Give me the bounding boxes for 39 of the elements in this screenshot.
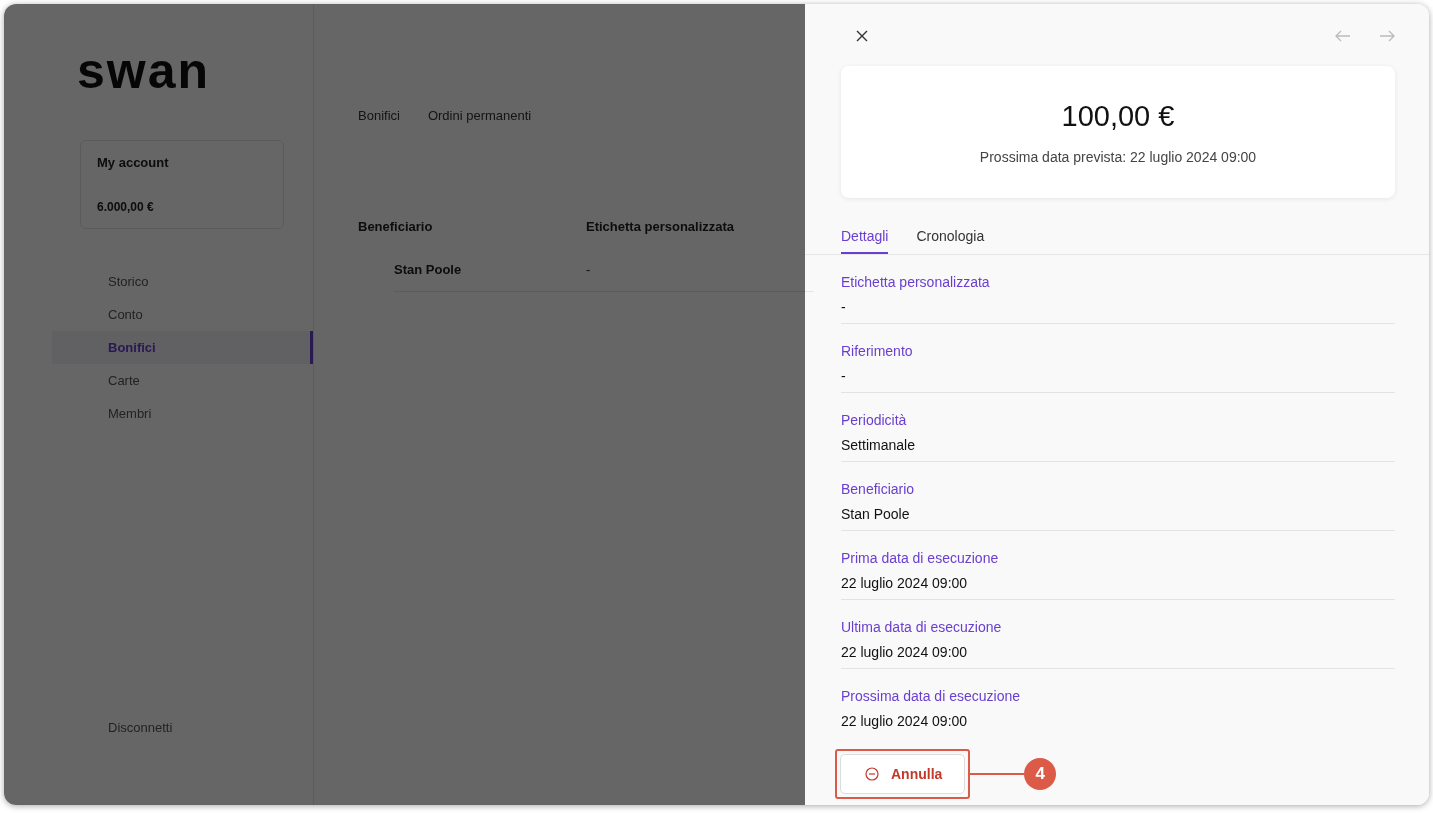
field-label: Riferimento <box>841 343 914 359</box>
nav-item[interactable]: Conto <box>4 298 313 331</box>
table-cell-text: - <box>586 262 592 277</box>
arrow-right-icon[interactable] <box>1379 30 1395 42</box>
step-badge: 4 <box>1024 758 1057 790</box>
field-value: - <box>841 299 847 315</box>
tab[interactable]: Bonifici <box>358 108 400 123</box>
field-value: - <box>841 368 847 384</box>
nav-item[interactable]: Storico <box>4 265 313 298</box>
logo-wordmark: swan <box>76 42 211 100</box>
field-value: Settimanale <box>841 437 916 453</box>
field-label: Beneficiario <box>841 481 916 497</box>
amount: 100,00 € <box>1061 99 1175 133</box>
field-value: 22 luglio 2024 09:00 <box>841 713 969 729</box>
nav-item[interactable]: Carte <box>4 364 313 397</box>
nav-item[interactable]: Membri <box>4 397 313 430</box>
field-value: Stan Poole <box>841 506 911 522</box>
field-label: Etichetta personalizzata <box>841 274 991 290</box>
tab[interactable]: Ordini permanenti <box>427 108 532 123</box>
field-value: 22 luglio 2024 09:00 <box>841 575 969 591</box>
field-label: Periodicità <box>841 412 908 428</box>
nav-item[interactable]: Bonifici <box>52 331 313 364</box>
field-label: Prossima data di esecuzione <box>841 688 1021 704</box>
minus-circle-icon <box>865 767 879 781</box>
tab[interactable]: Dettagli <box>841 228 889 254</box>
field-label: Ultima data di esecuzione <box>841 619 1003 635</box>
cancel-button[interactable]: Annulla <box>840 754 966 794</box>
arrow-left-icon[interactable] <box>1335 30 1351 42</box>
logout-link[interactable]: Disconnetti <box>4 720 313 735</box>
next-date: Prossima data prevista: 22 luglio 2024 09:00 <box>979 148 1257 165</box>
column-header: Etichetta personalizzata <box>586 219 736 234</box>
tab[interactable]: Cronologia <box>916 228 985 254</box>
account-name: My account <box>97 155 170 170</box>
table-cell-text: Stan Poole <box>394 262 463 277</box>
account-balance: 6.000,00 € <box>97 200 155 214</box>
column-header: Beneficiario <box>358 219 434 234</box>
field-value: 22 luglio 2024 09:00 <box>841 644 969 660</box>
close-icon[interactable] <box>856 30 868 42</box>
field-label: Prima data di esecuzione <box>841 550 1000 566</box>
